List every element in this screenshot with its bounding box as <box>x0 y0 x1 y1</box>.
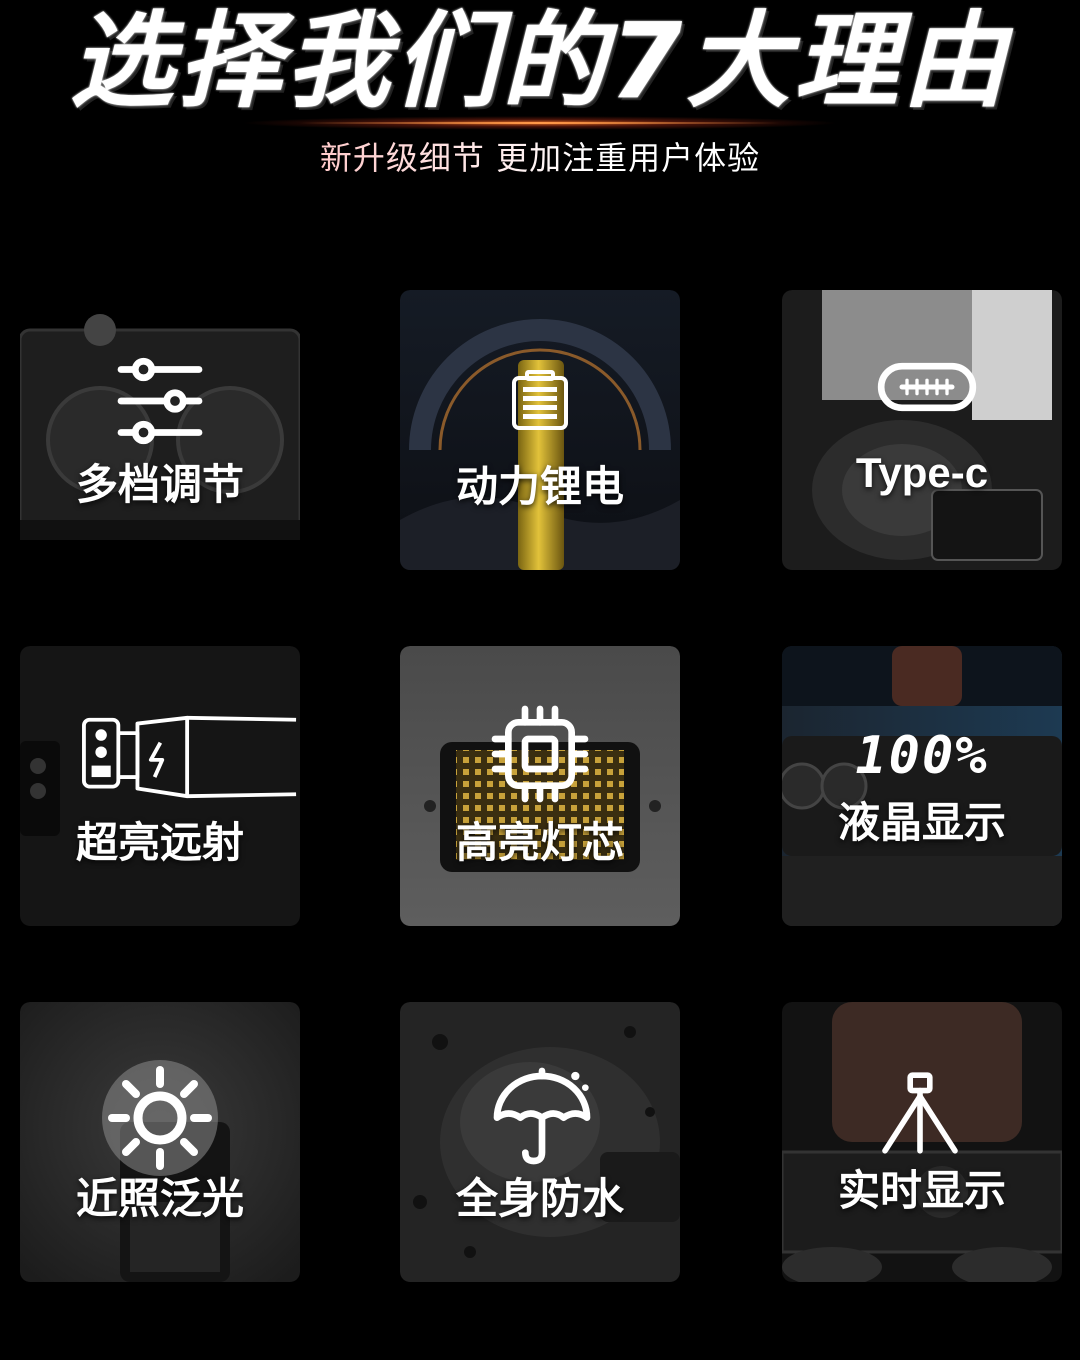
tile-background <box>782 290 1062 570</box>
feature-tile-realtime-display: 实时显示 <box>782 1002 1062 1282</box>
battery-icon <box>512 370 568 430</box>
header: 选择我们的7大理由 新升级细节 更加注重用户体验 <box>0 0 1080 220</box>
feature-tile-lcd: 100% 液晶显示 <box>782 646 1062 926</box>
feature-label: 实时显示 <box>837 1166 1006 1215</box>
feature-tile-led-chip: 高亮灯芯 <box>400 646 680 926</box>
feature-label: 多档调节 <box>75 460 244 509</box>
usb-c-icon <box>877 362 977 412</box>
tile-background <box>782 646 1062 926</box>
feature-label: 高亮灯芯 <box>455 818 624 867</box>
feature-label: 液晶显示 <box>837 798 1006 847</box>
feature-label: 动力锂电 <box>455 462 624 511</box>
page-title: 选择我们的7大理由 <box>69 0 1011 122</box>
tripod-icon <box>882 1072 958 1154</box>
feature-tile-floodlight: 近照泛光 <box>20 1002 300 1282</box>
chip-icon <box>491 705 589 803</box>
feature-tile-type-c: Type-c <box>782 290 1062 570</box>
feature-label: Type-c <box>855 449 989 496</box>
umbrella-icon <box>493 1067 591 1165</box>
lcd-readout: 100% <box>855 726 989 786</box>
feature-label: 全身防水 <box>455 1174 624 1223</box>
feature-tile-waterproof: 全身防水 <box>400 1002 680 1282</box>
sun-icon <box>102 1060 218 1176</box>
title-divider <box>300 122 780 124</box>
page-subtitle: 新升级细节 更加注重用户体验 <box>0 136 1080 180</box>
flashlight-beam-icon <box>82 715 297 799</box>
feature-label: 近照泛光 <box>75 1174 244 1223</box>
feature-tile-multi-mode: 多档调节 <box>20 290 300 570</box>
feature-tile-battery: 动力锂电 <box>400 290 680 570</box>
feature-label: 超亮远射 <box>75 818 244 867</box>
sliders-icon <box>117 357 203 445</box>
feature-tile-long-range: 超亮远射 <box>20 646 300 926</box>
